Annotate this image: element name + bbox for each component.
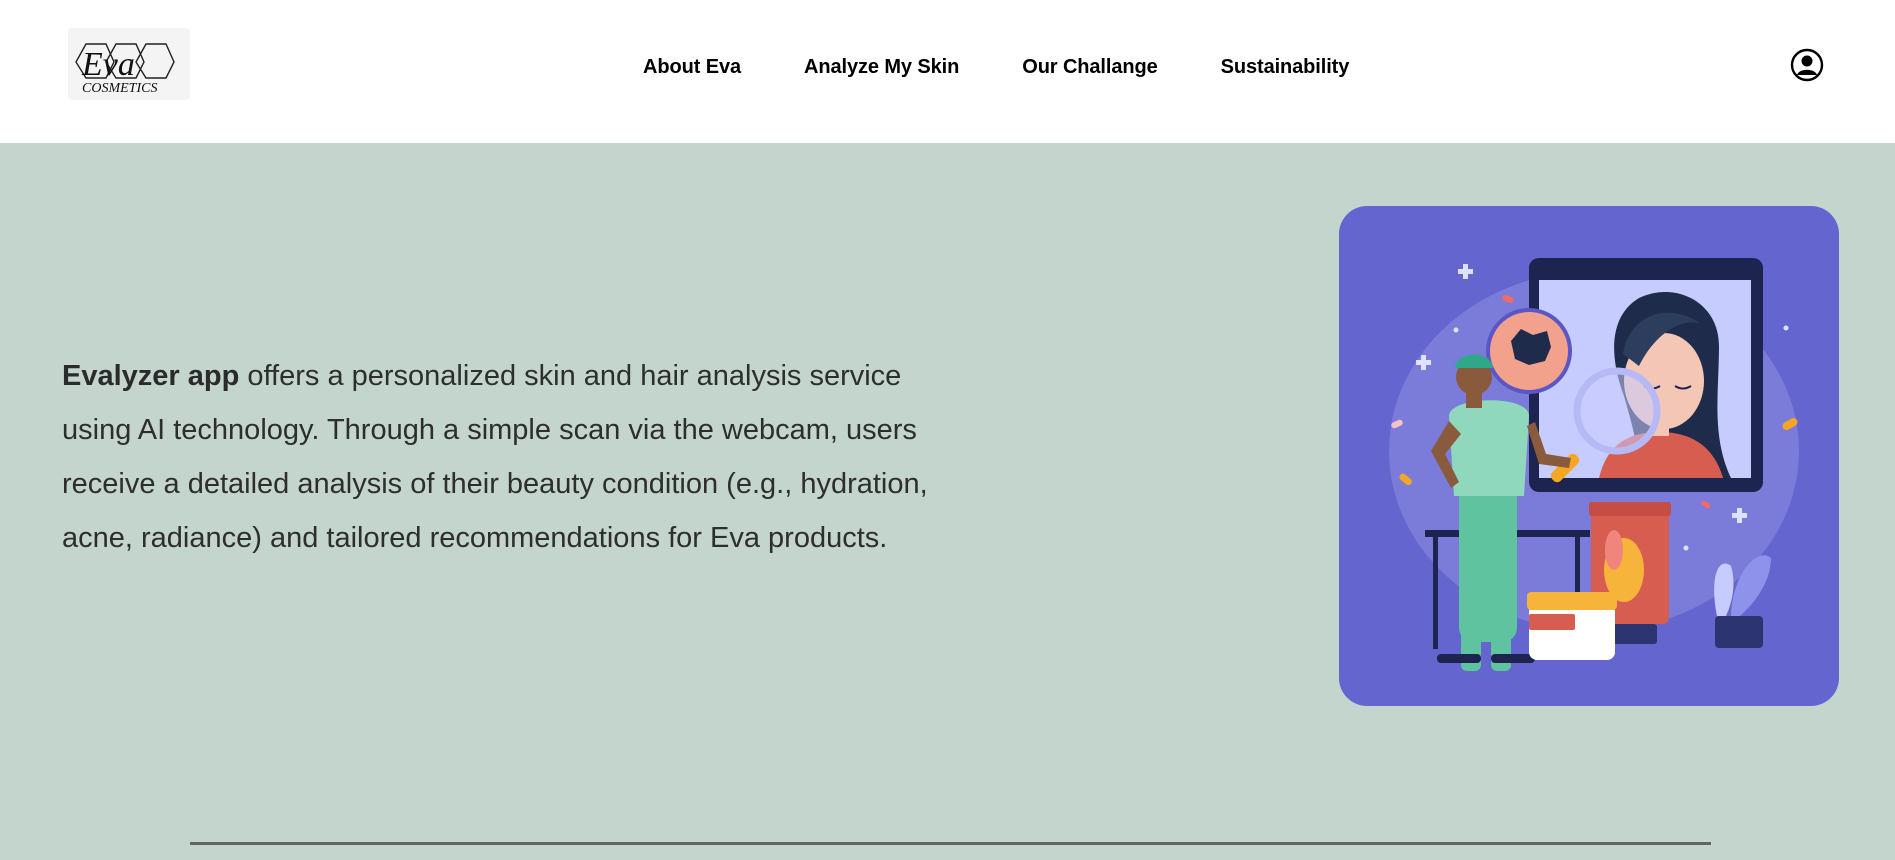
main-nav: About Eva Analyze My Skin Our Challange … [643, 56, 1349, 79]
hero-description: Evalyzer app offers a personalized skin … [62, 349, 962, 565]
eva-logo[interactable]: Eva COSMETICS [68, 28, 190, 100]
user-circle-icon[interactable] [1790, 48, 1824, 82]
section-divider [190, 842, 1711, 845]
logo-subtitle: COSMETICS [82, 81, 157, 96]
nav-our-challange[interactable]: Our Challange [1022, 56, 1157, 79]
app-name: Evalyzer app [62, 360, 240, 392]
site-header: Eva COSMETICS About Eva Analyze My Skin … [0, 0, 1895, 143]
eva-logo-mark: Eva COSMETICS [75, 43, 175, 96]
logo-brand: Eva [81, 46, 135, 83]
nav-about-eva[interactable]: About Eva [643, 56, 741, 79]
nav-analyze-my-skin[interactable]: Analyze My Skin [804, 56, 959, 79]
nav-sustainability[interactable]: Sustainability [1221, 56, 1350, 79]
skin-analysis-illustration [1339, 206, 1839, 706]
